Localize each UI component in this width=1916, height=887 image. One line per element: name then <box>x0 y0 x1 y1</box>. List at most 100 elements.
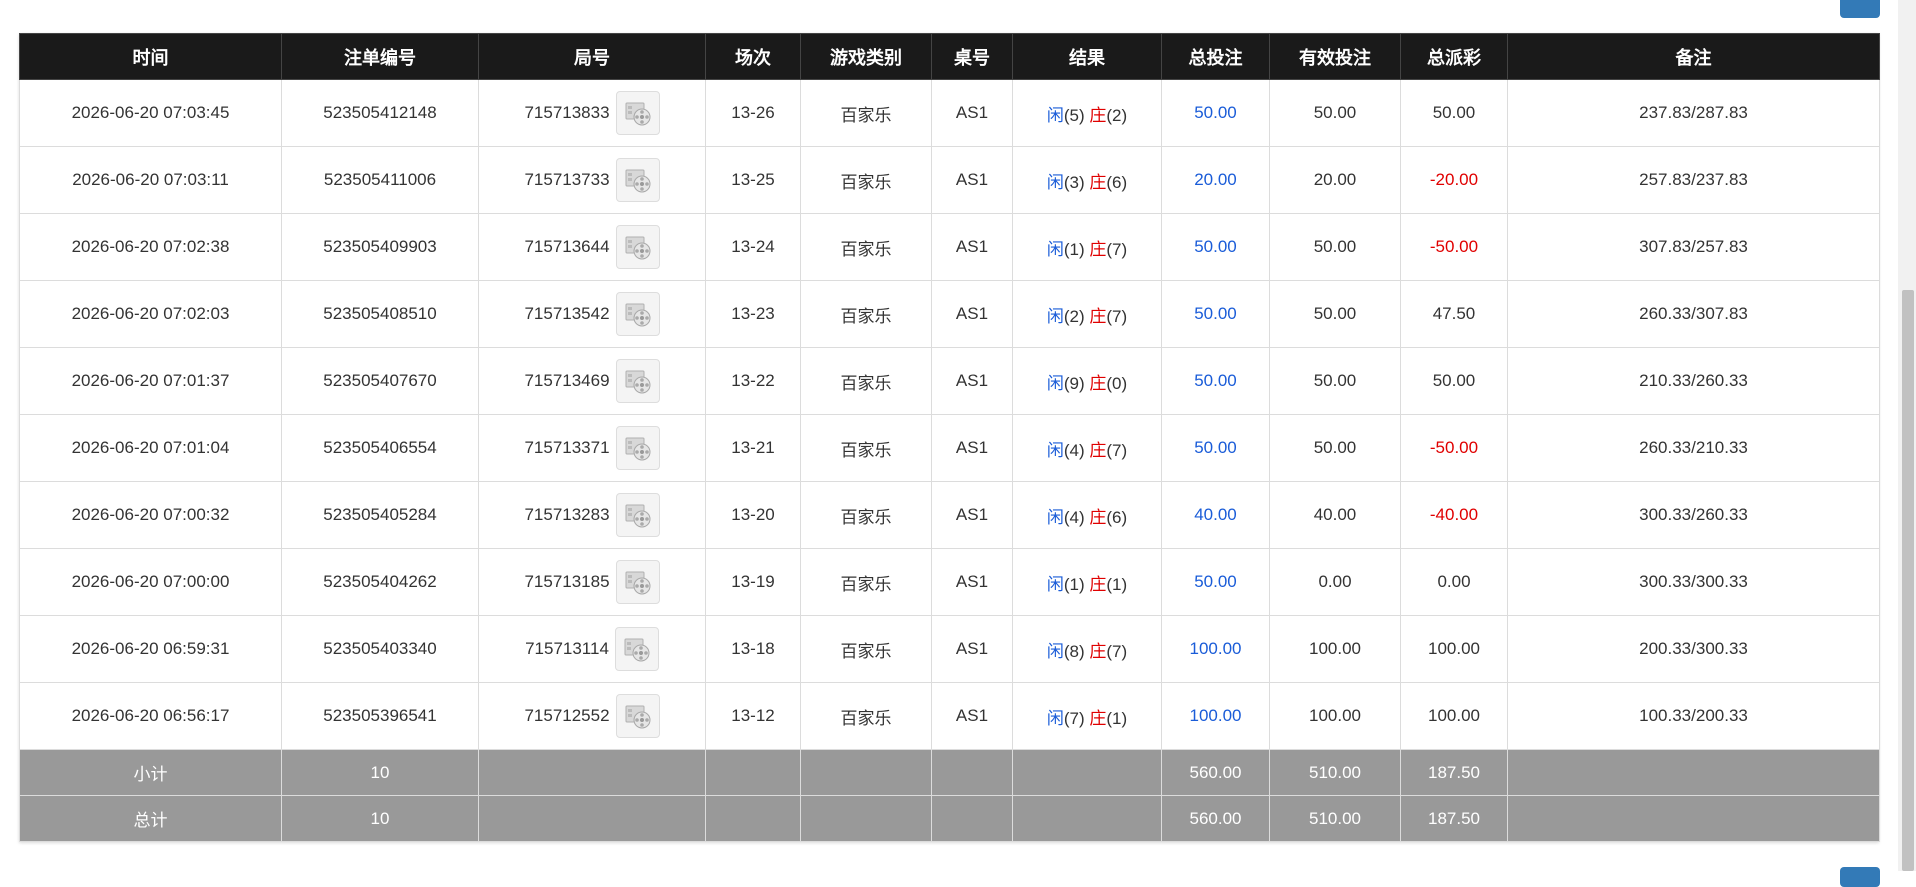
cell-time: 2026-06-20 07:02:03 <box>19 280 282 348</box>
cell-game-type: 百家乐 <box>800 347 932 415</box>
cell-game-type: 百家乐 <box>800 146 932 214</box>
cell-bet-id: 523505409903 <box>281 213 479 281</box>
cell-remark: 210.33/260.33 <box>1507 347 1880 415</box>
round-number: 715712552 <box>524 706 610 725</box>
cell-bet-id: 523505404262 <box>281 548 479 616</box>
round-number: 715713644 <box>524 237 610 256</box>
cell-total-bet-link[interactable]: 100.00 <box>1161 682 1270 750</box>
cell-game-type: 百家乐 <box>800 79 932 147</box>
video-replay-icon[interactable] <box>615 292 660 336</box>
video-replay-icon[interactable] <box>615 225 660 269</box>
cell-game-type: 百家乐 <box>800 548 932 616</box>
player-score: (9) <box>1063 373 1085 393</box>
cell-total-bet-link[interactable]: 50.00 <box>1161 548 1270 616</box>
cell-total-bet-link[interactable]: 50.00 <box>1161 280 1270 348</box>
video-replay-icon[interactable] <box>615 158 660 202</box>
cell-total-bet-link[interactable]: 50.00 <box>1161 79 1270 147</box>
cell-payout: 100.00 <box>1400 615 1508 683</box>
cell-bet-id: 523505407670 <box>281 347 479 415</box>
cell-total-bet-link[interactable]: 100.00 <box>1161 615 1270 683</box>
header-time: 时间 <box>19 33 282 80</box>
header-payout: 总派彩 <box>1400 33 1508 80</box>
cell-time: 2026-06-20 07:02:38 <box>19 213 282 281</box>
cell-valid-bet: 0.00 <box>1269 548 1401 616</box>
cell-total-bet-link[interactable]: 40.00 <box>1161 481 1270 549</box>
cell-bet-id: 523505405284 <box>281 481 479 549</box>
player-label: 闲 <box>1046 641 1064 661</box>
cell-remark: 260.33/307.83 <box>1507 280 1880 348</box>
page-scrollbar-thumb[interactable] <box>1902 290 1914 871</box>
cell-round: 715713833 <box>478 79 706 147</box>
player-score: (3) <box>1063 172 1085 192</box>
header-bet-id: 注单编号 <box>281 33 479 80</box>
video-replay-icon[interactable] <box>615 560 660 604</box>
video-replay-icon[interactable] <box>615 493 660 537</box>
banker-score: (6) <box>1106 172 1128 192</box>
player-label: 闲 <box>1046 373 1064 393</box>
cell-bet-id: 523505406554 <box>281 414 479 482</box>
cell-remark: 100.33/200.33 <box>1507 682 1880 750</box>
cell-valid-bet: 100.00 <box>1269 682 1401 750</box>
cell-table-no: AS1 <box>931 347 1013 415</box>
cell-payout: 47.50 <box>1400 280 1508 348</box>
cell-table-no: AS1 <box>931 548 1013 616</box>
video-replay-icon[interactable] <box>615 694 660 738</box>
cell-round: 715713371 <box>478 414 706 482</box>
video-replay-icon[interactable] <box>614 627 659 671</box>
cell-total-bet-link[interactable]: 50.00 <box>1161 347 1270 415</box>
cell-game-type: 百家乐 <box>800 615 932 683</box>
round-number: 715713283 <box>524 505 610 524</box>
banker-label: 庄 <box>1089 440 1107 460</box>
round-number: 715713469 <box>524 371 610 390</box>
cell-result: 闲(1) 庄(1) <box>1012 548 1162 616</box>
player-label: 闲 <box>1046 172 1064 192</box>
cell-game-type: 百家乐 <box>800 682 932 750</box>
banker-score: (7) <box>1106 239 1128 259</box>
table-row: 2026-06-20 06:59:31 523505403340 715713114… <box>19 615 1880 683</box>
player-label: 闲 <box>1046 105 1064 125</box>
bottom-action-button[interactable] <box>1840 867 1880 887</box>
cell-remark: 237.83/287.83 <box>1507 79 1880 147</box>
cell-bet-id: 523505411006 <box>281 146 479 214</box>
cell-time: 2026-06-20 07:03:11 <box>19 146 282 214</box>
table-row: 2026-06-20 07:00:32 523505405284 715713283… <box>19 481 1880 549</box>
table-row: 2026-06-20 07:02:38 523505409903 715713644… <box>19 213 1880 281</box>
banker-score: (7) <box>1106 641 1128 661</box>
cell-valid-bet: 50.00 <box>1269 213 1401 281</box>
round-number: 715713371 <box>524 438 610 457</box>
player-score: (1) <box>1063 574 1085 594</box>
top-action-button[interactable] <box>1840 0 1880 18</box>
cell-payout: -40.00 <box>1400 481 1508 549</box>
round-number: 715713114 <box>525 639 609 658</box>
subtotal-payout: 187.50 <box>1400 749 1508 796</box>
cell-time: 2026-06-20 07:00:32 <box>19 481 282 549</box>
banker-score: (7) <box>1106 440 1128 460</box>
header-result: 结果 <box>1012 33 1162 80</box>
table-row: 2026-06-20 06:56:17 523505396541 715712552… <box>19 682 1880 750</box>
table-row: 2026-06-20 07:01:04 523505406554 715713371… <box>19 414 1880 482</box>
video-replay-icon[interactable] <box>615 91 660 135</box>
cell-shoe: 13-19 <box>705 548 801 616</box>
player-score: (5) <box>1063 105 1085 125</box>
cell-table-no: AS1 <box>931 213 1013 281</box>
player-score: (4) <box>1063 440 1085 460</box>
banker-label: 庄 <box>1089 574 1107 594</box>
cell-total-bet-link[interactable]: 50.00 <box>1161 213 1270 281</box>
video-replay-icon[interactable] <box>615 359 660 403</box>
banker-label: 庄 <box>1089 507 1107 527</box>
cell-total-bet-link[interactable]: 50.00 <box>1161 414 1270 482</box>
cell-valid-bet: 20.00 <box>1269 146 1401 214</box>
cell-total-bet-link[interactable]: 20.00 <box>1161 146 1270 214</box>
total-total-bet: 560.00 <box>1161 795 1270 842</box>
banker-label: 庄 <box>1089 239 1107 259</box>
player-score: (2) <box>1063 306 1085 326</box>
header-game-type: 游戏类别 <box>800 33 932 80</box>
video-replay-icon[interactable] <box>615 426 660 470</box>
cell-round: 715713283 <box>478 481 706 549</box>
cell-shoe: 13-22 <box>705 347 801 415</box>
cell-valid-bet: 50.00 <box>1269 347 1401 415</box>
cell-game-type: 百家乐 <box>800 213 932 281</box>
cell-remark: 300.33/260.33 <box>1507 481 1880 549</box>
player-score: (7) <box>1063 708 1085 728</box>
subtotal-count: 10 <box>281 749 479 796</box>
